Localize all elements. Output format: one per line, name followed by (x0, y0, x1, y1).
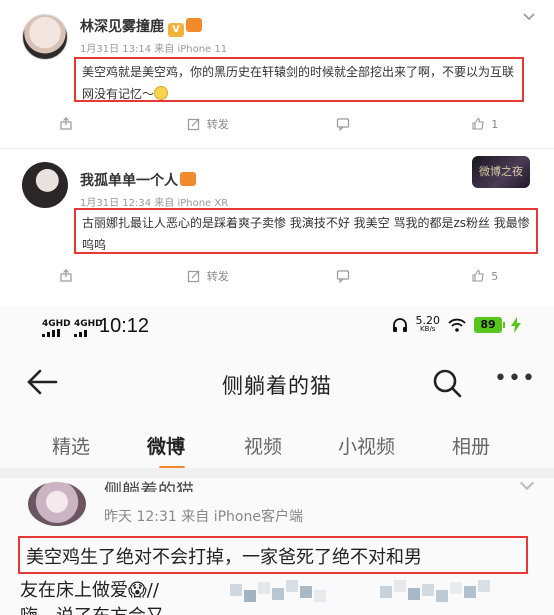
post-text: 古丽娜扎最让人恶心的是踩着爽子卖惨 我演技不好 我美空 骂我的都是zs粉丝 我最… (82, 216, 530, 252)
headphones-icon (392, 318, 407, 332)
status-right: 5.20 KB/s 89 (392, 315, 523, 334)
comment-icon (337, 270, 350, 283)
post-text-line: 友在床上做爱😱// (20, 580, 159, 601)
post1-action-bar: 转发 1 (0, 110, 554, 138)
post2-action-bar: 转发 5 (0, 262, 554, 290)
share-button[interactable] (0, 269, 139, 283)
post-text-line: 美空鸡生了绝对不会打掉，一家爸死了绝不对和男 (26, 547, 422, 568)
nav-bar: 侧躺着的猫 ••• (0, 354, 554, 414)
like-button[interactable]: 5 (416, 269, 554, 283)
member-badge-icon (180, 172, 196, 186)
username[interactable]: 林深见雾撞鹿 V (80, 16, 202, 37)
highlighted-post-text: 美空鸡就是美空鸡，你的黑历史在轩辕剑的时候就全部挖出来了啊，不要以为互联网没有记… (74, 57, 524, 102)
post-meta: 昨天 12:31 来自 iPhone客户端 (104, 509, 303, 525)
thumb-up-icon (472, 117, 484, 130)
wifi-icon (448, 318, 466, 332)
signal-bars-icon (42, 329, 60, 337)
repost-icon (187, 270, 200, 283)
status-time: 10:12 (99, 315, 150, 337)
username[interactable]: 我孤单单一个人 (80, 170, 196, 190)
tab-weibo[interactable]: 微博 (147, 432, 185, 459)
chevron-down-icon[interactable] (522, 10, 536, 26)
thumb-up-icon (472, 269, 484, 282)
repost-icon (187, 118, 200, 131)
chevron-down-icon[interactable] (519, 475, 535, 491)
comment-button[interactable] (277, 117, 416, 131)
charging-bolt-icon (511, 317, 521, 333)
username-text[interactable]: 林深见雾撞鹿 (80, 19, 164, 35)
signal-indicator: 4GHD (42, 319, 71, 340)
tab-short-video[interactable]: 小视频 (338, 432, 395, 459)
repost-label: 转发 (206, 118, 229, 131)
tab-featured[interactable]: 精选 (52, 432, 90, 459)
like-count: 1 (491, 117, 499, 131)
network-speed: 5.20 KB/s (416, 315, 441, 334)
repost-button[interactable]: 转发 (139, 116, 278, 132)
highlighted-post-text: 美空鸡生了绝对不会打掉，一家爸死了绝不对和男 (18, 536, 528, 574)
share-icon (60, 269, 72, 282)
username[interactable]: 侧躺着的猫 (104, 477, 194, 492)
post-text: 美空鸡就是美空鸡，你的黑历史在轩辕剑的时候就全部挖出来了啊，不要以为互联网没有记… (82, 65, 515, 101)
repost-button[interactable]: 转发 (139, 268, 278, 284)
divider (0, 148, 554, 149)
phone-screenshot: 4GHD 4GHD 10:12 5.20 KB/s 89 侧躺着的猫 ••• 精… (0, 306, 554, 615)
tab-album[interactable]: 相册 (452, 432, 490, 459)
verified-badge-icon: V (168, 23, 184, 37)
topic-badge[interactable]: 微博之夜 (472, 156, 530, 188)
signal-label: 4GHD (42, 319, 71, 329)
like-button[interactable]: 1 (416, 117, 554, 131)
like-count: 5 (491, 269, 499, 283)
post-text-line: 嗨，说了东方会又 (20, 602, 164, 615)
share-icon (60, 117, 72, 130)
more-options-icon[interactable]: ••• (494, 366, 536, 391)
page-title: 侧躺着的猫 (222, 374, 332, 398)
username-text[interactable]: 我孤单单一个人 (80, 173, 178, 189)
status-bar: 4GHD 4GHD 10:12 5.20 KB/s 89 (0, 306, 554, 346)
search-icon[interactable] (432, 368, 462, 402)
comment-icon (337, 118, 350, 131)
post-meta: 1月31日 12:34 来自 iPhone XR (80, 198, 229, 209)
tab-video[interactable]: 视频 (244, 432, 282, 459)
avatar[interactable] (22, 162, 68, 208)
member-badge-icon (186, 18, 202, 32)
share-button[interactable] (0, 117, 139, 131)
signal-bars-icon (74, 330, 87, 337)
feed-divider (0, 468, 554, 478)
battery-indicator: 89 (474, 317, 505, 333)
profile-tabs: 精选 微博 视频 小视频 相册 (0, 424, 554, 470)
post-meta: 1月31日 13:14 来自 iPhone 11 (80, 44, 228, 55)
highlighted-post-text: 古丽娜扎最让人恶心的是踩着爽子卖惨 我演技不好 我美空 骂我的都是zs粉丝 我最… (74, 208, 538, 254)
repost-label: 转发 (206, 270, 229, 283)
comment-button[interactable] (277, 269, 416, 283)
avatar[interactable] (28, 482, 86, 526)
smile-emoji-icon (154, 86, 169, 100)
mosaic-blur (380, 576, 490, 606)
mosaic-blur (230, 576, 326, 606)
avatar[interactable] (22, 14, 68, 60)
